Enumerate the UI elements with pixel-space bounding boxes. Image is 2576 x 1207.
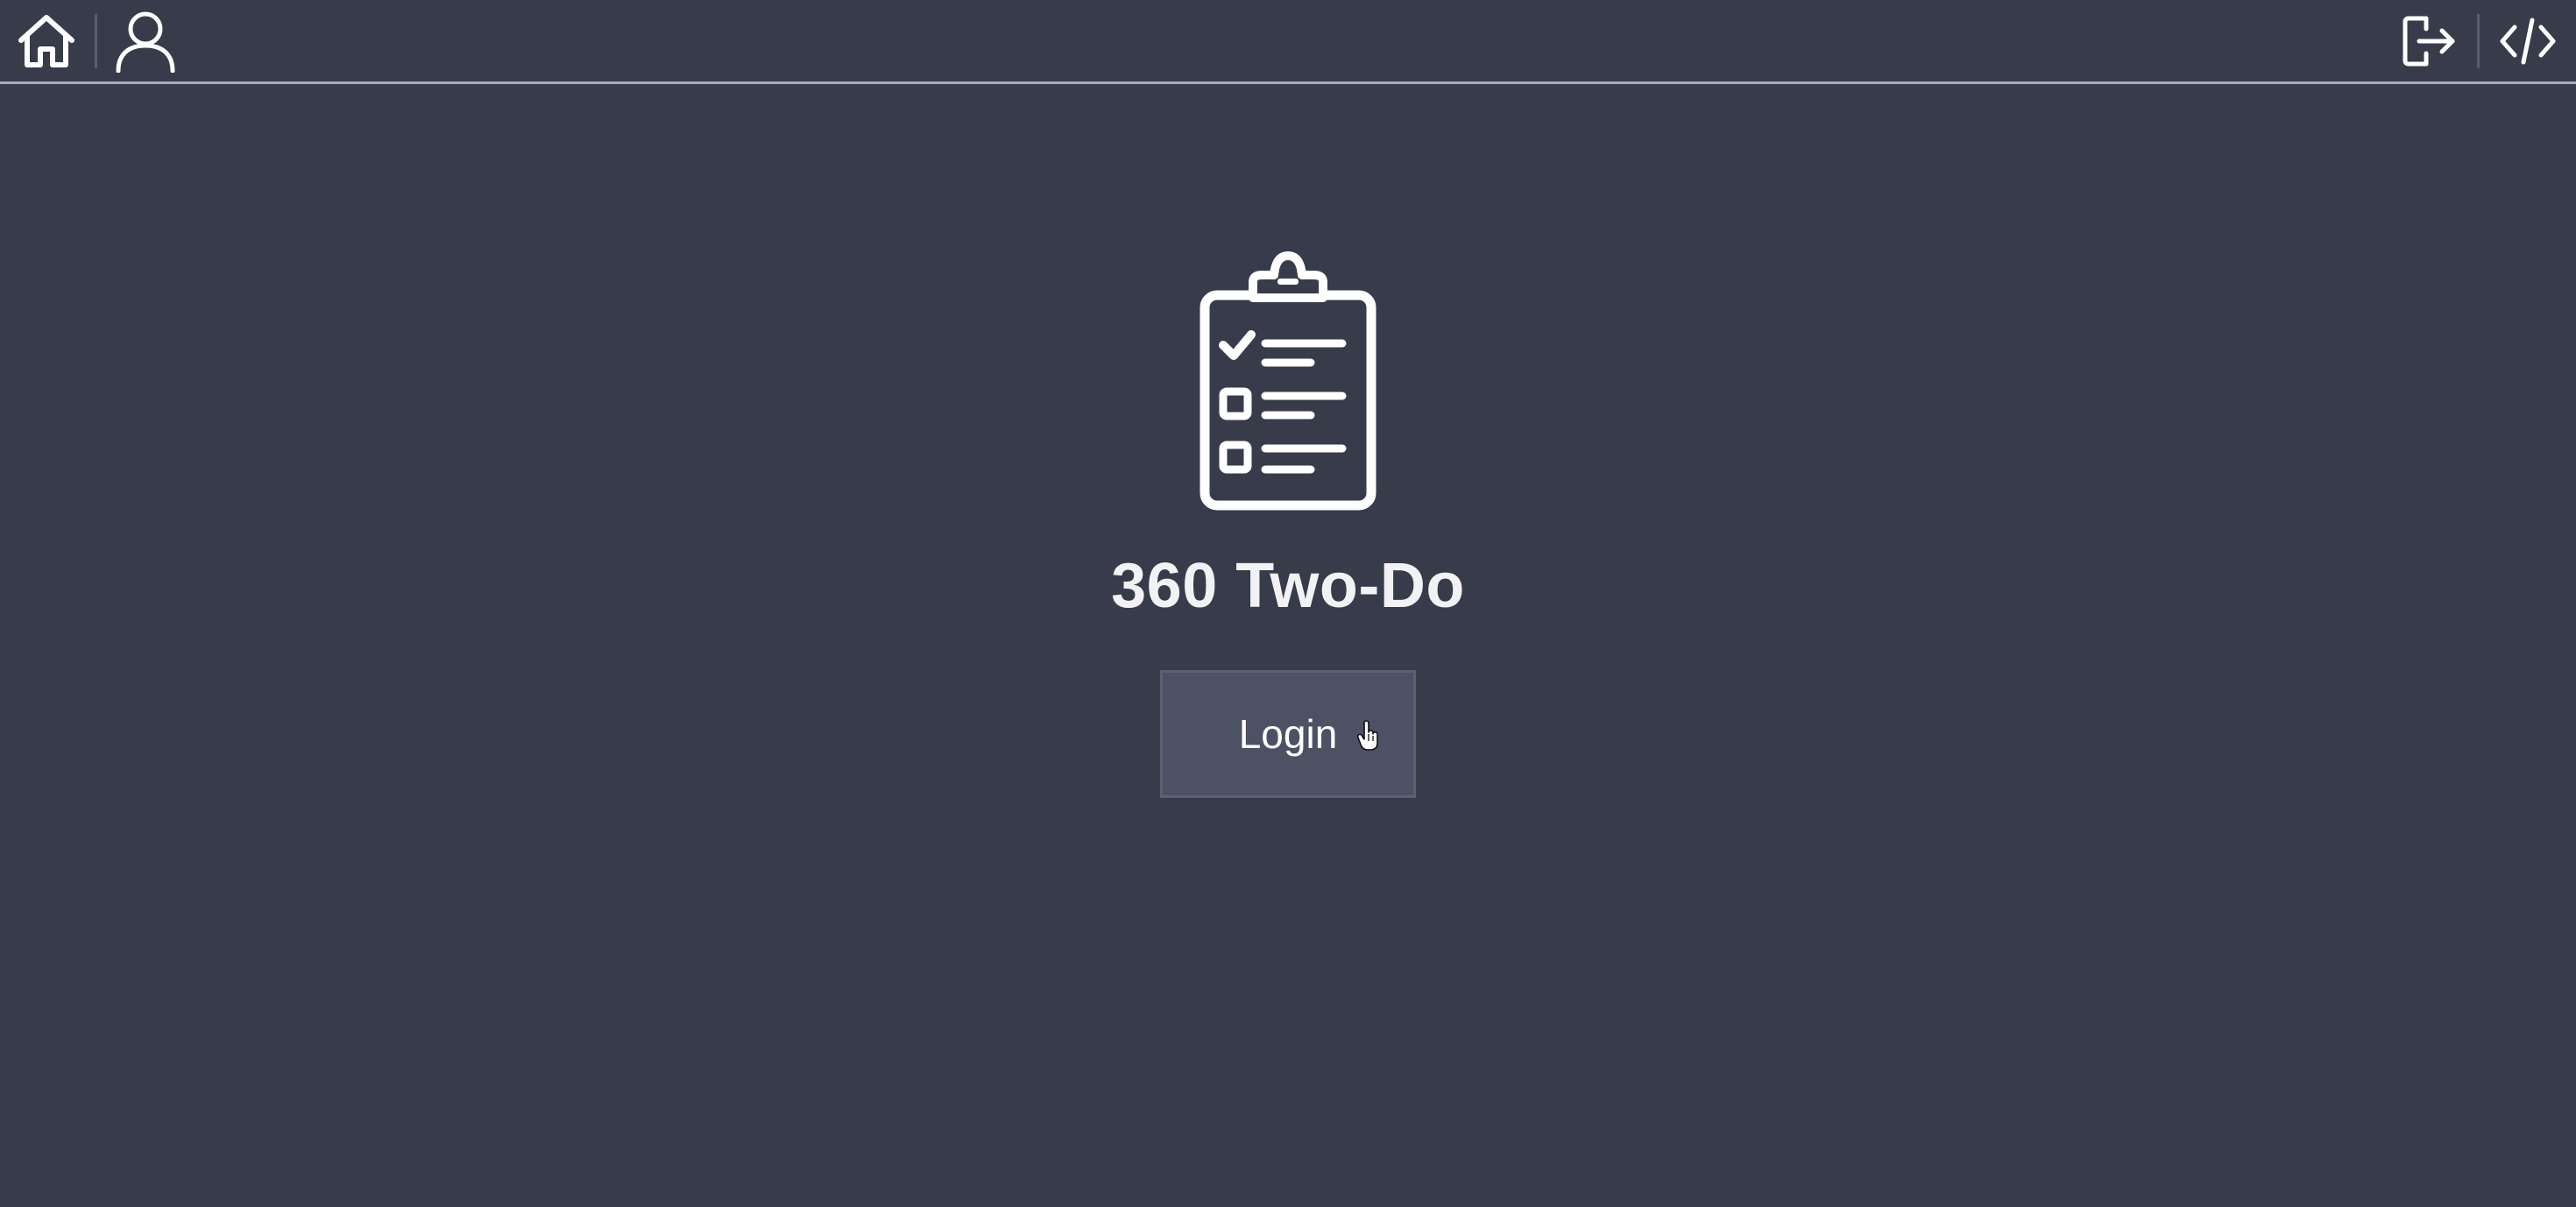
app-title: 360 Two-Do [1111,551,1465,621]
hand-pointer-cursor-icon [1357,720,1378,751]
landing-content: 360 Two-Do Login [0,0,2576,1207]
clipboard-checklist-icon [1200,251,1376,511]
